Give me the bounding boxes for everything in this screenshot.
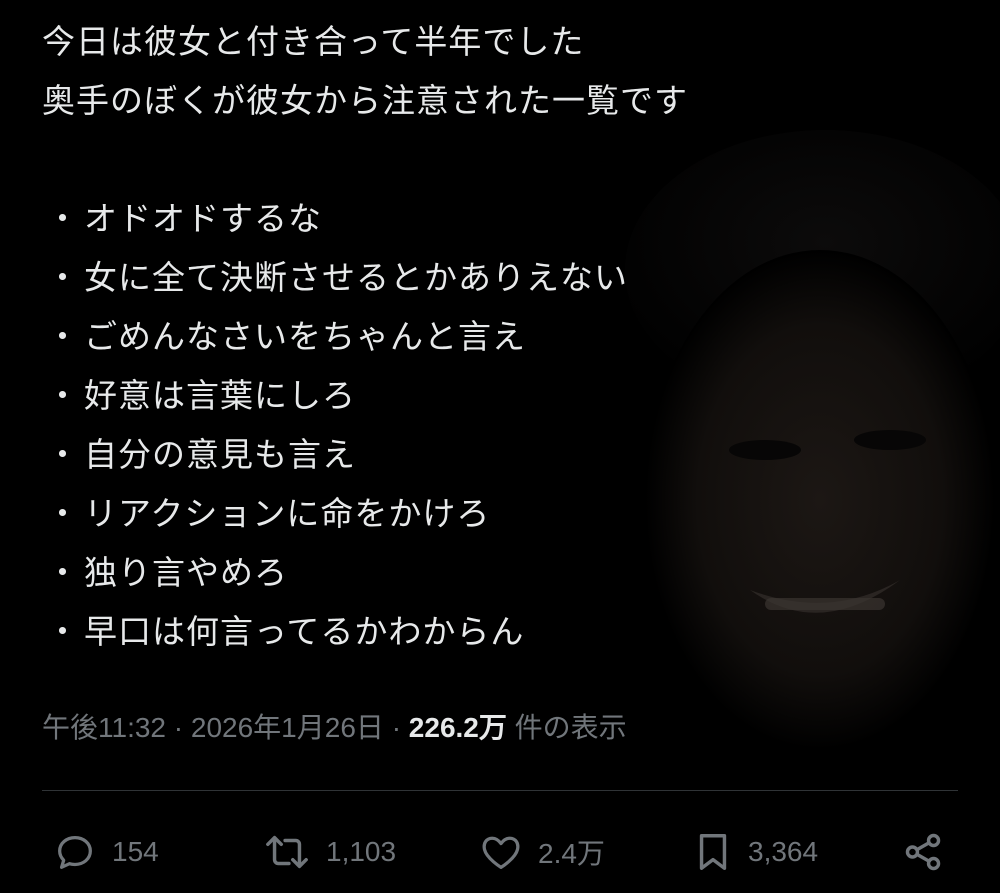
- bullet-symbol: ・: [46, 199, 80, 238]
- post-date[interactable]: 2026年1月26日: [191, 712, 384, 743]
- reply-count: 154: [112, 836, 159, 867]
- bullet-symbol: ・: [46, 612, 80, 651]
- list-item: ・女に全て決断させるとかありえない: [42, 248, 942, 307]
- action-bar: 154 1,103 2.4万 3,364: [0, 822, 1000, 882]
- list-item: ・ごめんなさいをちゃんと言え: [42, 307, 942, 366]
- tweet-intro-line-2: 奥手のぼくが彼女から注意された一覧です: [42, 81, 688, 120]
- like-count: 2.4万: [538, 838, 605, 869]
- bookmark-icon: [692, 829, 734, 875]
- bullet-symbol: ・: [46, 376, 80, 415]
- rules-list: ・オドオドするな ・女に全て決断させるとかありえない ・ごめんなさいをちゃんと言…: [42, 189, 942, 661]
- bookmark-count: 3,364: [748, 836, 819, 867]
- share-icon: [900, 829, 946, 875]
- meta-separator: ·: [391, 712, 402, 743]
- list-item-text: 独り言やめろ: [84, 553, 288, 592]
- list-item: ・オドオドするな: [42, 189, 942, 248]
- list-item: ・リアクションに命をかけろ: [42, 484, 942, 543]
- share-button[interactable]: [900, 822, 946, 882]
- reply-icon: [52, 829, 98, 875]
- retweet-count: 1,103: [326, 836, 397, 867]
- divider: [42, 790, 958, 791]
- tweet-text: 今日は彼女と付き合って半年でした 奥手のぼくが彼女から注意された一覧です ・オド…: [42, 12, 942, 661]
- bullet-symbol: ・: [46, 435, 80, 474]
- list-item-text: ごめんなさいをちゃんと言え: [84, 317, 526, 356]
- list-item-text: 早口は何言ってるかわからん: [84, 612, 525, 651]
- list-item: ・早口は何言ってるかわからん: [42, 602, 942, 661]
- like-button[interactable]: 2.4万: [478, 822, 605, 882]
- meta-separator: ·: [173, 712, 184, 743]
- retweet-icon: [262, 829, 312, 875]
- bullet-symbol: ・: [46, 494, 80, 533]
- heart-icon: [478, 829, 524, 875]
- list-item-text: リアクションに命をかけろ: [84, 494, 491, 533]
- bullet-symbol: ・: [46, 553, 80, 592]
- bullet-symbol: ・: [46, 258, 80, 297]
- tweet-intro-line-1: 今日は彼女と付き合って半年でした: [42, 22, 585, 61]
- list-item-text: 好意は言葉にしろ: [84, 376, 356, 415]
- views-label: 件の表示: [514, 712, 627, 743]
- bullet-symbol: ・: [46, 317, 80, 356]
- retweet-button[interactable]: 1,103: [262, 822, 396, 882]
- views-count[interactable]: 226.2万: [409, 712, 507, 743]
- list-item: ・自分の意見も言え: [42, 425, 942, 484]
- list-item-text: オドオドするな: [84, 199, 322, 238]
- list-item-text: 自分の意見も言え: [84, 435, 356, 474]
- reply-button[interactable]: 154: [52, 822, 159, 882]
- list-item: ・独り言やめろ: [42, 543, 942, 602]
- list-item: ・好意は言葉にしろ: [42, 366, 942, 425]
- post-time[interactable]: 午後11:32: [42, 712, 166, 743]
- bookmark-button[interactable]: 3,364: [692, 822, 818, 882]
- tweet-meta: 午後11:32 · 2026年1月26日 · 226.2万 件の表示: [42, 706, 627, 746]
- list-item-text: 女に全て決断させるとかありえない: [84, 258, 628, 297]
